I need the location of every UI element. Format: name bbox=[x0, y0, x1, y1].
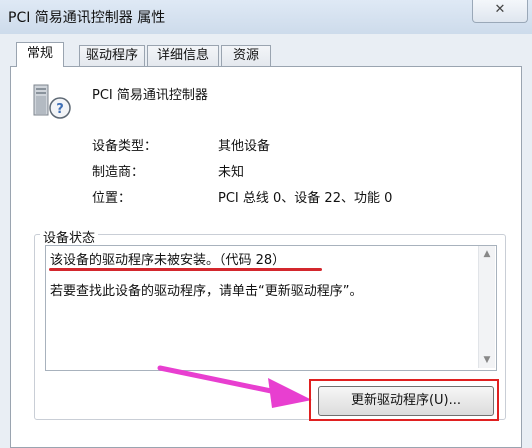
update-driver-button[interactable]: 更新驱动程序(U)... bbox=[318, 386, 494, 416]
device-type-label: 设备类型： bbox=[92, 139, 158, 154]
scroll-up-icon[interactable]: ▲ bbox=[479, 246, 495, 262]
status-message: 该设备的驱动程序未被安装。（代码 28） bbox=[50, 253, 286, 268]
scroll-down-icon[interactable]: ▼ bbox=[479, 352, 495, 368]
tab-driver[interactable]: 驱动程序 bbox=[79, 45, 145, 66]
status-hint: 若要查找此设备的驱动程序，请单击“更新驱动程序”。 bbox=[50, 284, 363, 299]
location-label: 位置： bbox=[92, 191, 132, 206]
device-type-value: 其他设备 bbox=[218, 139, 271, 154]
location-value: PCI 总线 0、设备 22、功能 0 bbox=[218, 191, 393, 206]
title-bar: PCI 简易通讯控制器 属性 ✕ bbox=[0, 0, 532, 34]
tab-resources[interactable]: 资源 bbox=[221, 45, 271, 66]
manufacturer-value: 未知 bbox=[218, 165, 245, 180]
red-underline-annotation bbox=[49, 268, 322, 271]
window-title: PCI 简易通讯控制器 属性 bbox=[8, 10, 166, 26]
svg-text:?: ? bbox=[56, 102, 64, 117]
close-button[interactable]: ✕ bbox=[472, 0, 528, 23]
tab-details[interactable]: 详细信息 bbox=[147, 45, 219, 66]
manufacturer-label: 制造商： bbox=[92, 165, 145, 180]
device-name: PCI 简易通讯控制器 bbox=[92, 88, 208, 103]
unknown-device-icon: ? bbox=[33, 84, 71, 119]
magenta-arrow-annotation bbox=[157, 365, 312, 408]
status-scrollbar[interactable]: ▲ ▼ bbox=[478, 246, 495, 368]
tab-general[interactable]: 常规 bbox=[16, 42, 64, 67]
device-status-title: 设备状态 bbox=[40, 227, 99, 246]
